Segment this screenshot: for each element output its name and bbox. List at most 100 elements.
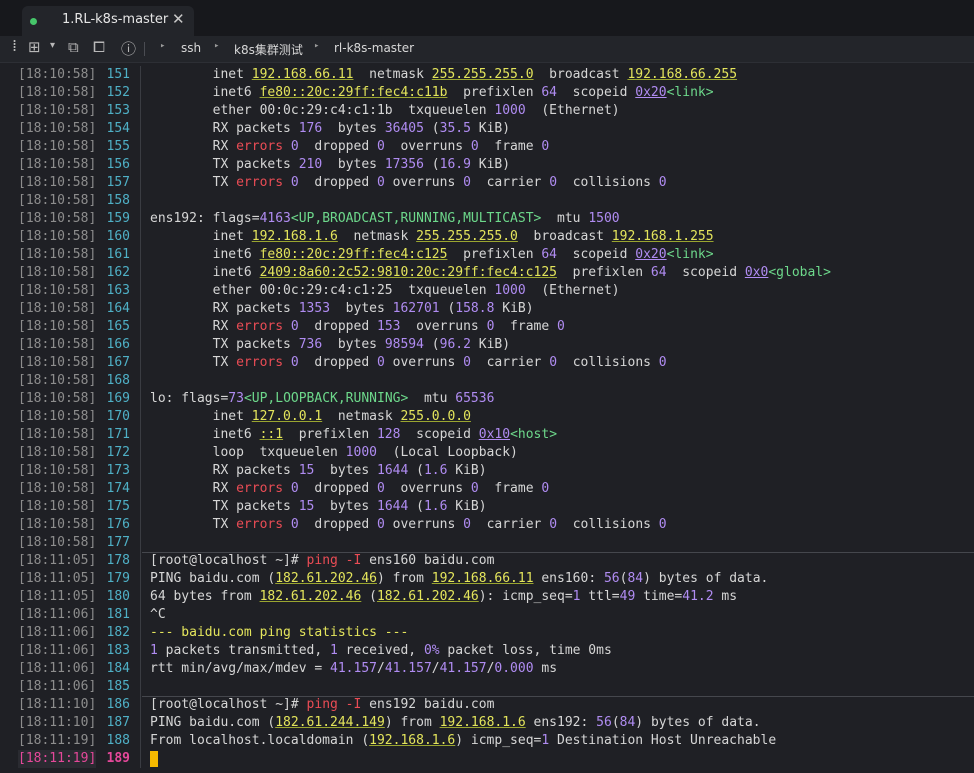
output-text: RX errors 0 dropped 0 overruns 0 frame 0 [150, 139, 550, 154]
line-number: 160 [106, 229, 130, 244]
output-text: loop txqueuelen 1000 (Local Loopback) [150, 445, 518, 460]
status-dot-icon [30, 18, 37, 25]
output-text: RX packets 15 bytes 1644 (1.6 KiB) [150, 463, 487, 478]
terminal-line: [18:10:58] 173 RX packets 15 bytes 1644 (… [0, 462, 974, 480]
output-text: TX errors 0 dropped 0 overruns 0 carrier… [150, 355, 667, 370]
output-text: inet6 ::1 prefixlen 128 scopeid 0x10<hos… [150, 427, 558, 442]
close-icon[interactable]: ✕ [172, 10, 185, 28]
output-text: TX packets 210 bytes 17356 (16.9 KiB) [150, 157, 511, 172]
line-number: 182 [106, 625, 130, 640]
gutter-line [140, 660, 141, 678]
gutter-line [140, 390, 141, 408]
line-number: 177 [106, 535, 130, 550]
command-text: [root@localhost ~]# ping -I ens192 baidu… [150, 697, 495, 712]
session-settings-icon[interactable]: ⧠ [93, 38, 105, 56]
gutter-line [140, 228, 141, 246]
gutter-line [140, 264, 141, 282]
line-number: 166 [106, 337, 130, 352]
gutter-line [140, 714, 141, 732]
terminal-line: [18:11:06] 183 1 packets transmitted, 1 re… [0, 642, 974, 660]
gutter-line [140, 732, 141, 750]
line-number: 161 [106, 247, 130, 262]
timestamp: [18:10:58] [18, 157, 97, 172]
output-text: 64 bytes from 182.61.202.46 (182.61.202.… [150, 589, 738, 604]
output-text: ether 00:0c:29:c4:c1:25 txqueuelen 1000 … [150, 283, 620, 298]
output-text: From localhost.localdomain (192.168.1.6)… [150, 733, 777, 748]
breadcrumb-host[interactable]: rl-k8s-master [334, 41, 414, 55]
terminal-output[interactable]: [18:10:58] 151 inet 192.168.66.11 netmask… [0, 66, 974, 773]
gutter-line [140, 246, 141, 264]
terminal-line: [18:11:05] 179 PING baidu.com (182.61.202.… [0, 570, 974, 588]
terminal-line: [18:11:06] 182 --- baidu.com ping statisti… [0, 624, 974, 642]
timestamp: [18:10:58] [18, 427, 97, 442]
gutter-line [140, 570, 141, 588]
tab-title: 1.RL-k8s-master [62, 12, 169, 27]
terminal-line: [18:11:19] 188 From localhost.localdomain … [0, 732, 974, 750]
timestamp: [18:10:58] [18, 319, 97, 334]
drag-handle-icon[interactable]: ⁞ [12, 36, 17, 55]
gutter-line [140, 300, 141, 318]
new-session-icon[interactable]: ⊞ [28, 38, 41, 56]
terminal-line: [18:11:10] 186 [root@localhost ~]# ping -I… [0, 696, 974, 714]
toolbar: ⁞ ⊞ ▾ ⧉ ⧠ ⓘ ▸ ssh ▸ k8s集群测试 ▸ rl-k8s-mas… [0, 36, 974, 63]
output-text: inet 192.168.66.11 netmask 255.255.255.0… [150, 67, 738, 82]
gutter-line [140, 336, 141, 354]
gutter-line [140, 678, 141, 696]
terminal-line: [18:10:58] 157 TX errors 0 dropped 0 over… [0, 174, 974, 192]
line-number: 162 [106, 265, 130, 280]
output-text: ether 00:0c:29:c4:c1:1b txqueuelen 1000 … [150, 103, 620, 118]
output-text [150, 750, 158, 768]
terminal-line: [18:10:58] 161 inet6 fe80::20c:29ff:fec4:… [0, 246, 974, 264]
terminal-line: [18:10:58] 158 [0, 192, 974, 210]
line-number: 172 [106, 445, 130, 460]
gutter-line [140, 750, 141, 768]
timestamp: [18:10:58] [18, 247, 97, 262]
output-text: inet6 fe80::20c:29ff:fec4:c125 prefixlen… [150, 247, 714, 262]
timestamp: [18:10:58] [18, 499, 97, 514]
timestamp: [18:11:10] [18, 715, 97, 730]
gutter-line [140, 120, 141, 138]
breadcrumb-caret-icon: ▸ [160, 41, 166, 51]
terminal-line: [18:10:58] 171 inet6 ::1 prefixlen 128 sc… [0, 426, 974, 444]
gutter-line [140, 552, 141, 570]
line-number: 176 [106, 517, 130, 532]
line-number: 167 [106, 355, 130, 370]
terminal-line: [18:11:06] 184 rtt min/avg/max/mdev = 41.1… [0, 660, 974, 678]
line-number: 181 [106, 607, 130, 622]
output-text: RX packets 176 bytes 36405 (35.5 KiB) [150, 121, 511, 136]
timestamp: [18:10:58] [18, 229, 97, 244]
gutter-line [140, 318, 141, 336]
timestamp: [18:10:58] [18, 85, 97, 100]
gutter-line [140, 462, 141, 480]
line-number: 186 [106, 697, 130, 712]
gutter-line [140, 606, 141, 624]
gutter-line [140, 624, 141, 642]
output-text: TX errors 0 dropped 0 overruns 0 carrier… [150, 175, 667, 190]
breadcrumb-group[interactable]: k8s集群测试 [234, 41, 303, 58]
breadcrumb-ssh[interactable]: ssh [181, 41, 201, 55]
line-number: 153 [106, 103, 130, 118]
info-icon[interactable]: ⓘ [121, 38, 136, 59]
timestamp: [18:10:58] [18, 409, 97, 424]
terminal-line: [18:10:58] 152 inet6 fe80::20c:29ff:fec4:… [0, 84, 974, 102]
timestamp: [18:11:05] [18, 571, 97, 586]
terminal-line: [18:10:58] 167 TX errors 0 dropped 0 over… [0, 354, 974, 372]
timestamp: [18:10:58] [18, 67, 97, 82]
terminal-line: [18:10:58] 166 TX packets 736 bytes 98594… [0, 336, 974, 354]
output-text: RX errors 0 dropped 153 overruns 0 frame… [150, 319, 565, 334]
breadcrumb-caret-icon: ▸ [214, 41, 220, 51]
terminal-line: [18:10:58] 168 [0, 372, 974, 390]
terminal-line: [18:10:58] 177 [0, 534, 974, 552]
gutter-line [140, 696, 141, 714]
line-number: 189 [106, 751, 130, 766]
line-number: 151 [106, 67, 130, 82]
command-text: [root@localhost ~]# ping -I ens160 baidu… [150, 553, 495, 568]
tab-rl-k8s-master[interactable]: 1.RL-k8s-master ✕ [22, 6, 194, 36]
terminal-cursor[interactable] [150, 750, 158, 767]
duplicate-icon[interactable]: ⧉ [68, 38, 79, 56]
terminal-line: [18:10:58] 164 RX packets 1353 bytes 1627… [0, 300, 974, 318]
gutter-line [140, 84, 141, 102]
output-text: PING baidu.com (182.61.202.46) from 192.… [150, 571, 769, 586]
chevron-down-icon[interactable]: ▾ [50, 40, 55, 51]
timestamp: [18:10:58] [18, 283, 97, 298]
